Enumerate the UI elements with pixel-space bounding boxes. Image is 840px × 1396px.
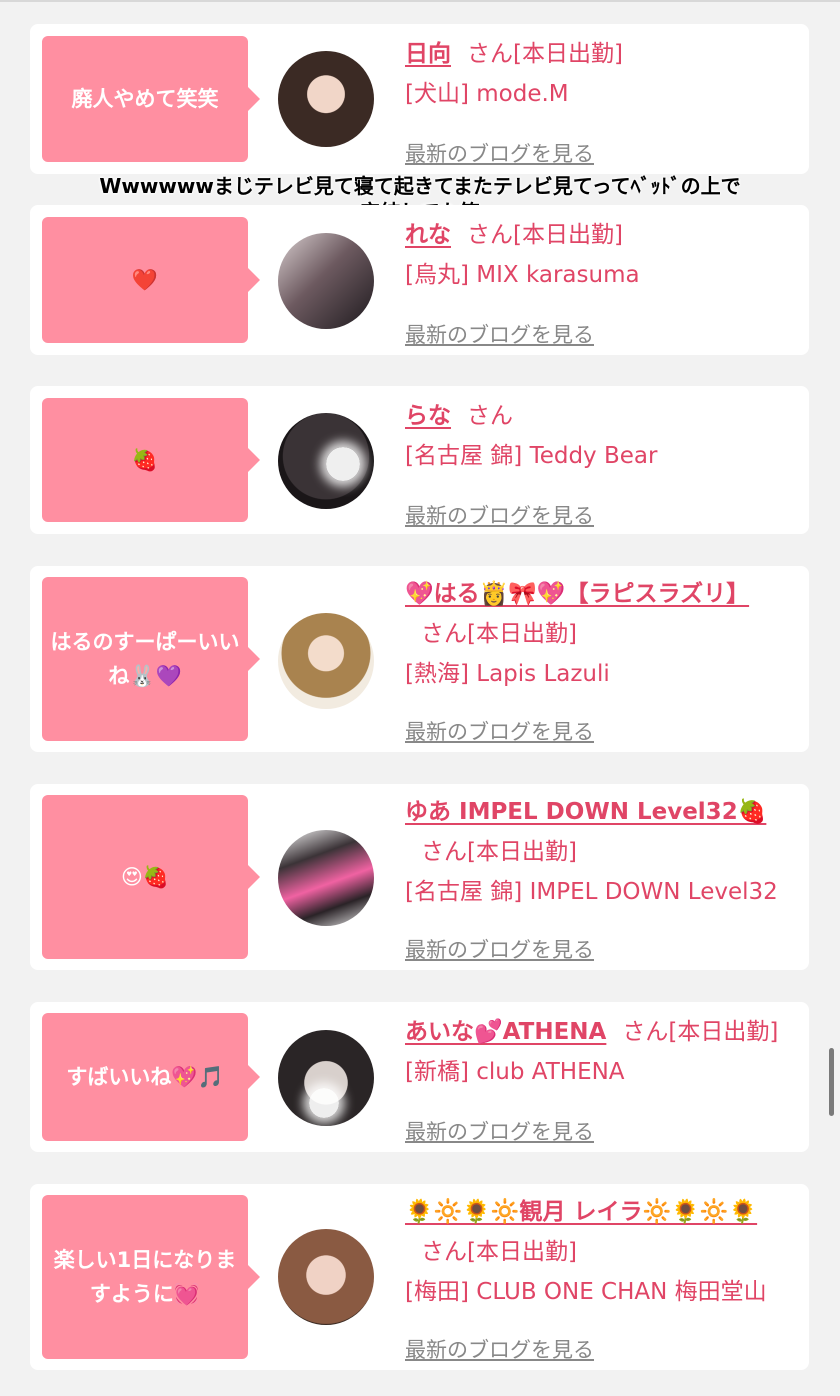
user-info: 💖はる👸🎀💖【ラピスラズリ】さん[本日出勤] [熱海] Lapis Lazuli…: [405, 574, 800, 744]
user-card: すばいいね💖🎵 あいな💕ATHENA さん[本日出勤] [新橋] club ATH…: [30, 1002, 809, 1152]
user-card: 😍🍓 ゆあ IMPEL DOWN Level32🍓 さん[本日出勤] [名古屋 錦…: [30, 784, 809, 970]
shop-label: [新橋] club ATHENA: [405, 1059, 625, 1085]
shop-label: [名古屋 錦] Teddy Bear: [405, 443, 658, 469]
latest-blog-link[interactable]: 最新のブログを見る: [405, 712, 594, 752]
user-info: ゆあ IMPEL DOWN Level32🍓 さん[本日出勤] [名古屋 錦] I…: [405, 792, 800, 962]
latest-blog-link[interactable]: 最新のブログを見る: [405, 930, 594, 970]
shop-label: [犬山] mode.M: [405, 81, 569, 107]
shop-label: [名古屋 錦] IMPEL DOWN Level32: [405, 879, 778, 905]
avatar[interactable]: [278, 613, 374, 709]
cast-status: さん[本日出勤]: [421, 1239, 577, 1265]
user-card: 🍓 らな さん [名古屋 錦] Teddy Bear 最新のブログを見る: [30, 386, 809, 534]
avatar[interactable]: [278, 51, 374, 147]
cast-name-link[interactable]: 🌻🔆🌻🔆観月 レイラ🔆🌻🔆🌻: [405, 1199, 757, 1225]
latest-blog-link[interactable]: 最新のブログを見る: [405, 315, 594, 355]
cast-status: さん[本日出勤]: [421, 839, 577, 865]
shop-label: [熱海] Lapis Lazuli: [405, 661, 610, 687]
cast-status: さん[本日出勤]: [467, 41, 623, 67]
avatar[interactable]: [278, 1030, 374, 1126]
face-blur: [309, 1088, 339, 1118]
cast-status: さん[本日出勤]: [467, 222, 623, 248]
comment-bubble: ❤️: [42, 217, 260, 343]
latest-blog-link[interactable]: 最新のブログを見る: [405, 134, 594, 174]
face-blur: [326, 447, 360, 481]
comment-text: 楽しい1日になりますように💓: [53, 1248, 237, 1306]
user-info: 日向 さん[本日出勤] [犬山] mode.M 最新のブログを見る: [405, 34, 800, 166]
shop-label: [梅田] CLUB ONE CHAN 梅田堂山: [405, 1279, 767, 1305]
user-card: はるのすーぱーいいね🐰💜 💖はる👸🎀💖【ラピスラズリ】さん[本日出勤] [熱海]…: [30, 566, 809, 752]
user-card: 楽しい1日になりますように💓 🌻🔆🌻🔆観月 レイラ🔆🌻🔆🌻 さん[本日出勤] [梅…: [30, 1184, 809, 1370]
user-info: らな さん [名古屋 錦] Teddy Bear 最新のブログを見る: [405, 396, 800, 528]
comment-text: はるのすーぱーいいね🐰💜: [50, 630, 240, 688]
user-card: 廃人やめて笑笑 日向 さん[本日出勤] [犬山] mode.M 最新のブログを見る: [30, 24, 809, 174]
comment-bubble: はるのすーぱーいいね🐰💜: [42, 577, 260, 741]
avatar[interactable]: [278, 413, 374, 509]
comment-bubble: 廃人やめて笑笑: [42, 36, 260, 162]
latest-blog-link[interactable]: 最新のブログを見る: [405, 496, 594, 536]
comment-text: ❤️: [131, 268, 159, 292]
cast-status: さん[本日出勤]: [622, 1019, 779, 1045]
comment-bubble: 楽しい1日になりますように💓: [42, 1195, 260, 1359]
comment-text: すばいいね💖🎵: [66, 1065, 224, 1089]
avatar[interactable]: [278, 830, 374, 926]
user-info: れな さん[本日出勤] [烏丸] MIX karasuma 最新のブログを見る: [405, 215, 800, 347]
user-card: ❤️ れな さん[本日出勤] [烏丸] MIX karasuma 最新のブログを見…: [30, 205, 809, 355]
top-divider: [0, 0, 840, 2]
cast-name-link[interactable]: 日向: [405, 41, 451, 67]
scrollbar-thumb[interactable]: [829, 1048, 834, 1116]
cast-name-link[interactable]: 💖はる👸🎀💖【ラピスラズリ】: [405, 581, 749, 607]
comment-text: 😍🍓: [120, 865, 170, 889]
comment-text: 🍓: [131, 448, 159, 472]
comment-bubble: すばいいね💖🎵: [42, 1013, 260, 1141]
cast-status: さん[本日出勤]: [421, 621, 577, 647]
cast-name-link[interactable]: らな: [405, 403, 451, 429]
cast-status: さん: [467, 403, 513, 429]
latest-blog-link[interactable]: 最新のブログを見る: [405, 1330, 594, 1370]
comment-text: 廃人やめて笑笑: [71, 87, 219, 111]
avatar[interactable]: [278, 233, 374, 329]
shop-label: [烏丸] MIX karasuma: [405, 262, 640, 288]
cast-name-link[interactable]: れな: [405, 222, 451, 248]
overlay-caption-line1: Wwwwwwまじテレビ見て寝て起きてまたテレビ見てってﾍﾞｯﾄﾞの上で: [99, 174, 741, 198]
cast-name-link[interactable]: ゆあ IMPEL DOWN Level32🍓: [405, 799, 766, 825]
comment-bubble: 😍🍓: [42, 795, 260, 959]
comment-bubble: 🍓: [42, 398, 260, 522]
latest-blog-link[interactable]: 最新のブログを見る: [405, 1112, 594, 1152]
cast-name-link[interactable]: あいな💕ATHENA: [405, 1019, 606, 1045]
user-info: 🌻🔆🌻🔆観月 レイラ🔆🌻🔆🌻 さん[本日出勤] [梅田] CLUB ONE CHA…: [405, 1192, 800, 1362]
avatar[interactable]: [278, 1229, 374, 1325]
user-info: あいな💕ATHENA さん[本日出勤] [新橋] club ATHENA 最新のブ…: [405, 1012, 800, 1144]
